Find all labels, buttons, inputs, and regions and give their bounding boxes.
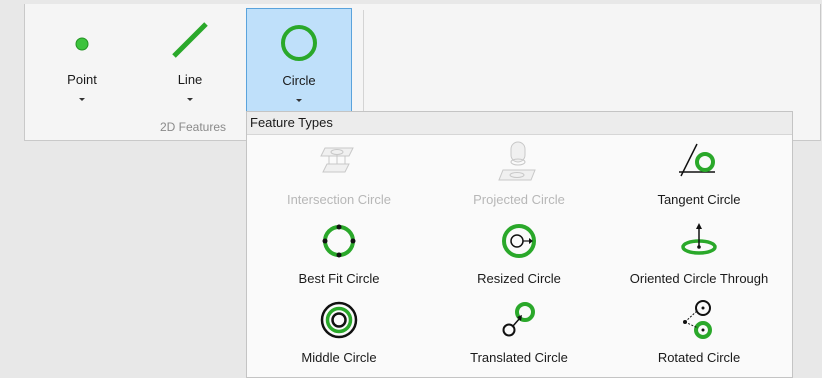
line-icon <box>137 22 243 58</box>
chevron-down-icon <box>187 98 193 101</box>
translated-circle-label: Translated Circle <box>470 350 568 365</box>
feature-types-dropdown: Feature Types Intersection Circle Projec… <box>246 111 793 378</box>
oriented-circle-icon <box>609 221 789 257</box>
point-icon <box>29 22 135 58</box>
dropdown-header: Feature Types <box>247 112 792 135</box>
best-fit-circle-item[interactable]: Best Fit Circle <box>249 215 429 293</box>
translated-circle-icon <box>429 300 609 337</box>
point-button[interactable]: Point <box>29 8 135 114</box>
middle-circle-item[interactable]: Middle Circle <box>249 294 429 372</box>
projected-circle-item[interactable]: Projected Circle <box>429 136 609 214</box>
middle-circle-icon <box>249 300 429 339</box>
line-button[interactable]: Line <box>137 8 243 114</box>
oriented-circle-item[interactable]: Oriented Circle Through <box>609 215 789 293</box>
circle-button[interactable]: Circle <box>246 8 352 114</box>
point-button-label: Point <box>67 72 97 87</box>
resized-circle-icon <box>429 221 609 258</box>
oriented-circle-label: Oriented Circle Through <box>629 271 769 286</box>
translated-circle-item[interactable]: Translated Circle <box>429 294 609 372</box>
resized-circle-item[interactable]: Resized Circle <box>429 215 609 293</box>
circle-icon <box>247 23 351 61</box>
best-fit-circle-icon <box>249 221 429 258</box>
chevron-down-icon <box>79 98 85 101</box>
circle-button-label: Circle <box>282 73 316 88</box>
rotated-circle-item[interactable]: Rotated Circle <box>609 294 789 372</box>
intersection-circle-icon <box>249 142 429 178</box>
best-fit-circle-label: Best Fit Circle <box>298 271 380 286</box>
middle-circle-label: Middle Circle <box>301 350 377 365</box>
intersection-circle-label: Intersection Circle <box>286 192 392 207</box>
projected-circle-label: Projected Circle <box>473 192 565 207</box>
resized-circle-label: Resized Circle <box>477 271 561 286</box>
rotated-circle-label: Rotated Circle <box>657 350 741 365</box>
group-label: 2D Features <box>160 120 227 134</box>
chevron-down-icon <box>296 99 302 102</box>
tangent-circle-item[interactable]: Tangent Circle <box>609 136 789 214</box>
line-button-label: Line <box>177 72 203 87</box>
tangent-circle-label: Tangent Circle <box>657 192 741 207</box>
intersection-circle-item[interactable]: Intersection Circle <box>249 136 429 214</box>
rotated-circle-icon <box>609 300 789 339</box>
projected-circle-icon <box>429 141 609 181</box>
tangent-circle-icon <box>609 142 789 178</box>
